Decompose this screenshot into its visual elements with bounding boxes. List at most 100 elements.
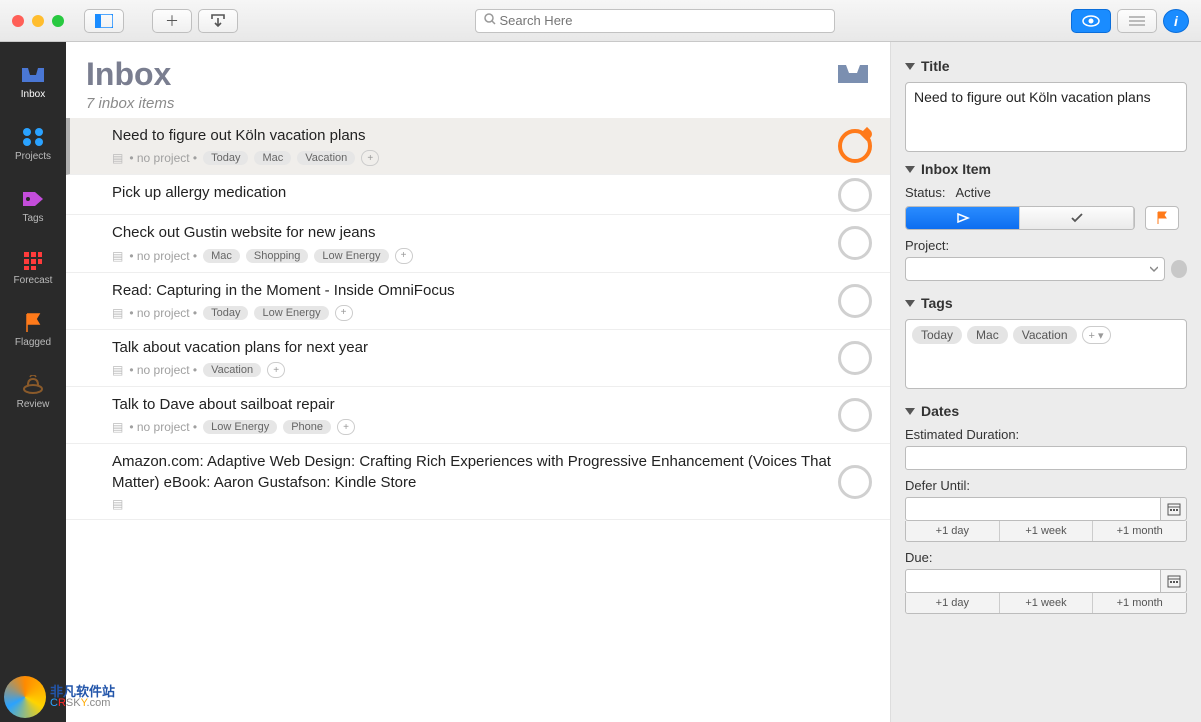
zoom-window-button[interactable] [52, 15, 64, 27]
task-title-input[interactable]: Need to figure out Köln vacation plans [905, 82, 1187, 152]
tag-pill[interactable]: Today [203, 151, 248, 165]
task-row[interactable]: Amazon.com: Adaptive Web Design: Craftin… [66, 444, 890, 520]
goto-project-button[interactable] [1171, 260, 1187, 278]
task-row[interactable]: Need to figure out Köln vacation plans▤•… [66, 118, 890, 175]
task-status-circle[interactable] [838, 284, 872, 318]
due-plus-month-button[interactable]: +1 month [1093, 593, 1186, 613]
sidebar-item-projects[interactable]: Projects [0, 112, 66, 174]
new-item-button[interactable]: ＋ [152, 9, 192, 33]
defer-calendar-button[interactable] [1161, 497, 1187, 521]
project-combobox[interactable] [905, 257, 1165, 281]
task-status-circle[interactable] [838, 341, 872, 375]
estimated-duration-input[interactable] [905, 446, 1187, 470]
sidebar-item-label: Tags [22, 213, 43, 224]
search-field[interactable] [475, 9, 835, 33]
flag-toggle-button[interactable] [1145, 206, 1179, 230]
task-row[interactable]: Pick up allergy medication [66, 175, 890, 215]
note-icon: ▤ [112, 420, 123, 434]
defer-plus-month-button[interactable]: +1 month [1093, 521, 1186, 541]
due-date-input[interactable] [905, 569, 1161, 593]
no-project-label: • no project • [129, 306, 197, 320]
due-label: Due: [905, 550, 1187, 565]
inspector-toggle-button[interactable]: i [1163, 9, 1189, 33]
task-title: Pick up allergy medication [112, 183, 870, 203]
minimize-window-button[interactable] [32, 15, 44, 27]
close-window-button[interactable] [12, 15, 24, 27]
tag-pill[interactable]: Today [912, 326, 962, 344]
inbox-item-section-header[interactable]: Inbox Item [905, 161, 1187, 177]
task-status-circle[interactable] [838, 129, 872, 163]
note-icon: ▤ [112, 151, 123, 165]
tag-pill[interactable]: Low Energy [314, 249, 388, 263]
task-status-circle[interactable] [838, 465, 872, 499]
sidebar-item-forecast[interactable]: Forecast [0, 236, 66, 298]
sidebar-item-inbox[interactable]: Inbox [0, 50, 66, 112]
sidebar-item-label: Review [17, 399, 50, 410]
due-plus-week-button[interactable]: +1 week [1000, 593, 1094, 613]
tag-pill[interactable]: Low Energy [254, 306, 328, 320]
note-icon: ▤ [112, 249, 123, 263]
add-tag-button[interactable]: + [337, 419, 355, 435]
defer-plus-day-button[interactable]: +1 day [906, 521, 1000, 541]
tag-pill[interactable]: Vacation [297, 151, 355, 165]
status-completed-button[interactable] [1020, 207, 1134, 229]
tag-pill[interactable]: Shopping [246, 249, 309, 263]
task-row[interactable]: Read: Capturing in the Moment - Inside O… [66, 273, 890, 330]
sidebar-item-label: Flagged [15, 337, 51, 348]
note-icon: ▤ [112, 363, 123, 377]
tag-pill[interactable]: Vacation [203, 363, 261, 377]
task-row[interactable]: Talk about vacation plans for next year▤… [66, 330, 890, 387]
inspector-panel: Title Need to figure out Köln vacation p… [891, 42, 1201, 722]
search-input[interactable] [500, 13, 826, 28]
sidebar-item-review[interactable]: Review [0, 360, 66, 422]
quick-entry-button[interactable] [198, 9, 238, 33]
forecast-icon [19, 249, 47, 273]
add-tag-button[interactable]: + [361, 150, 379, 166]
perspective-sidebar: Inbox Projects Tags Forecast Flagged Review [0, 42, 66, 722]
estimated-duration-label: Estimated Duration: [905, 427, 1187, 442]
task-list: Need to figure out Köln vacation plans ▤ •… [66, 118, 890, 722]
tag-pill[interactable]: Vacation [1013, 326, 1077, 344]
tag-pill[interactable]: Low Energy [203, 420, 277, 434]
task-status-circle[interactable] [838, 398, 872, 432]
status-active-button[interactable] [906, 207, 1020, 229]
tag-pill[interactable]: Mac [967, 326, 1008, 344]
tag-icon [19, 187, 47, 211]
sidebar-item-label: Inbox [21, 89, 45, 100]
defer-until-label: Defer Until: [905, 478, 1187, 493]
tags-field[interactable]: Today Mac Vacation + ▾ [905, 319, 1187, 389]
defer-plus-week-button[interactable]: +1 week [1000, 521, 1094, 541]
title-section-header[interactable]: Title [905, 58, 1187, 74]
no-project-label: • no project • [129, 363, 197, 377]
page-title: Inbox [86, 56, 171, 93]
view-options-button[interactable] [1071, 9, 1111, 33]
sidebar-item-flagged[interactable]: Flagged [0, 298, 66, 360]
dates-section-header[interactable]: Dates [905, 403, 1187, 419]
task-row[interactable]: Check out Gustin website for new jeans ▤ •… [66, 215, 890, 272]
tags-add-button[interactable]: + ▾ [1082, 326, 1111, 344]
task-row[interactable]: Talk to Dave about sailboat repair▤• no … [66, 387, 890, 444]
add-tag-button[interactable]: + [335, 305, 353, 321]
tag-pill[interactable]: Mac [254, 151, 291, 165]
toggle-sidebar-button[interactable] [84, 9, 124, 33]
task-title: Amazon.com: Adaptive Web Design: Craftin… [112, 452, 870, 493]
tag-pill[interactable]: Phone [283, 420, 331, 434]
task-status-circle[interactable] [838, 178, 872, 212]
tag-pill[interactable]: Mac [203, 249, 240, 263]
sidebar-item-tags[interactable]: Tags [0, 174, 66, 236]
tags-section-header[interactable]: Tags [905, 295, 1187, 311]
no-project-label: • no project • [129, 249, 197, 263]
list-view-button[interactable] [1117, 9, 1157, 33]
add-tag-button[interactable]: + [267, 362, 285, 378]
task-title: Need to figure out Köln vacation plans [112, 126, 870, 146]
due-calendar-button[interactable] [1161, 569, 1187, 593]
disclosure-triangle-icon [905, 300, 915, 307]
tag-pill[interactable]: Today [203, 306, 248, 320]
due-plus-day-button[interactable]: +1 day [906, 593, 1000, 613]
inbox-icon [836, 56, 870, 93]
defer-date-input[interactable] [905, 497, 1161, 521]
task-title: Check out Gustin website for new jeans [112, 223, 870, 243]
page-subtitle: 7 inbox items [86, 95, 870, 112]
add-tag-button[interactable]: + [395, 248, 413, 264]
task-status-circle[interactable] [838, 226, 872, 260]
